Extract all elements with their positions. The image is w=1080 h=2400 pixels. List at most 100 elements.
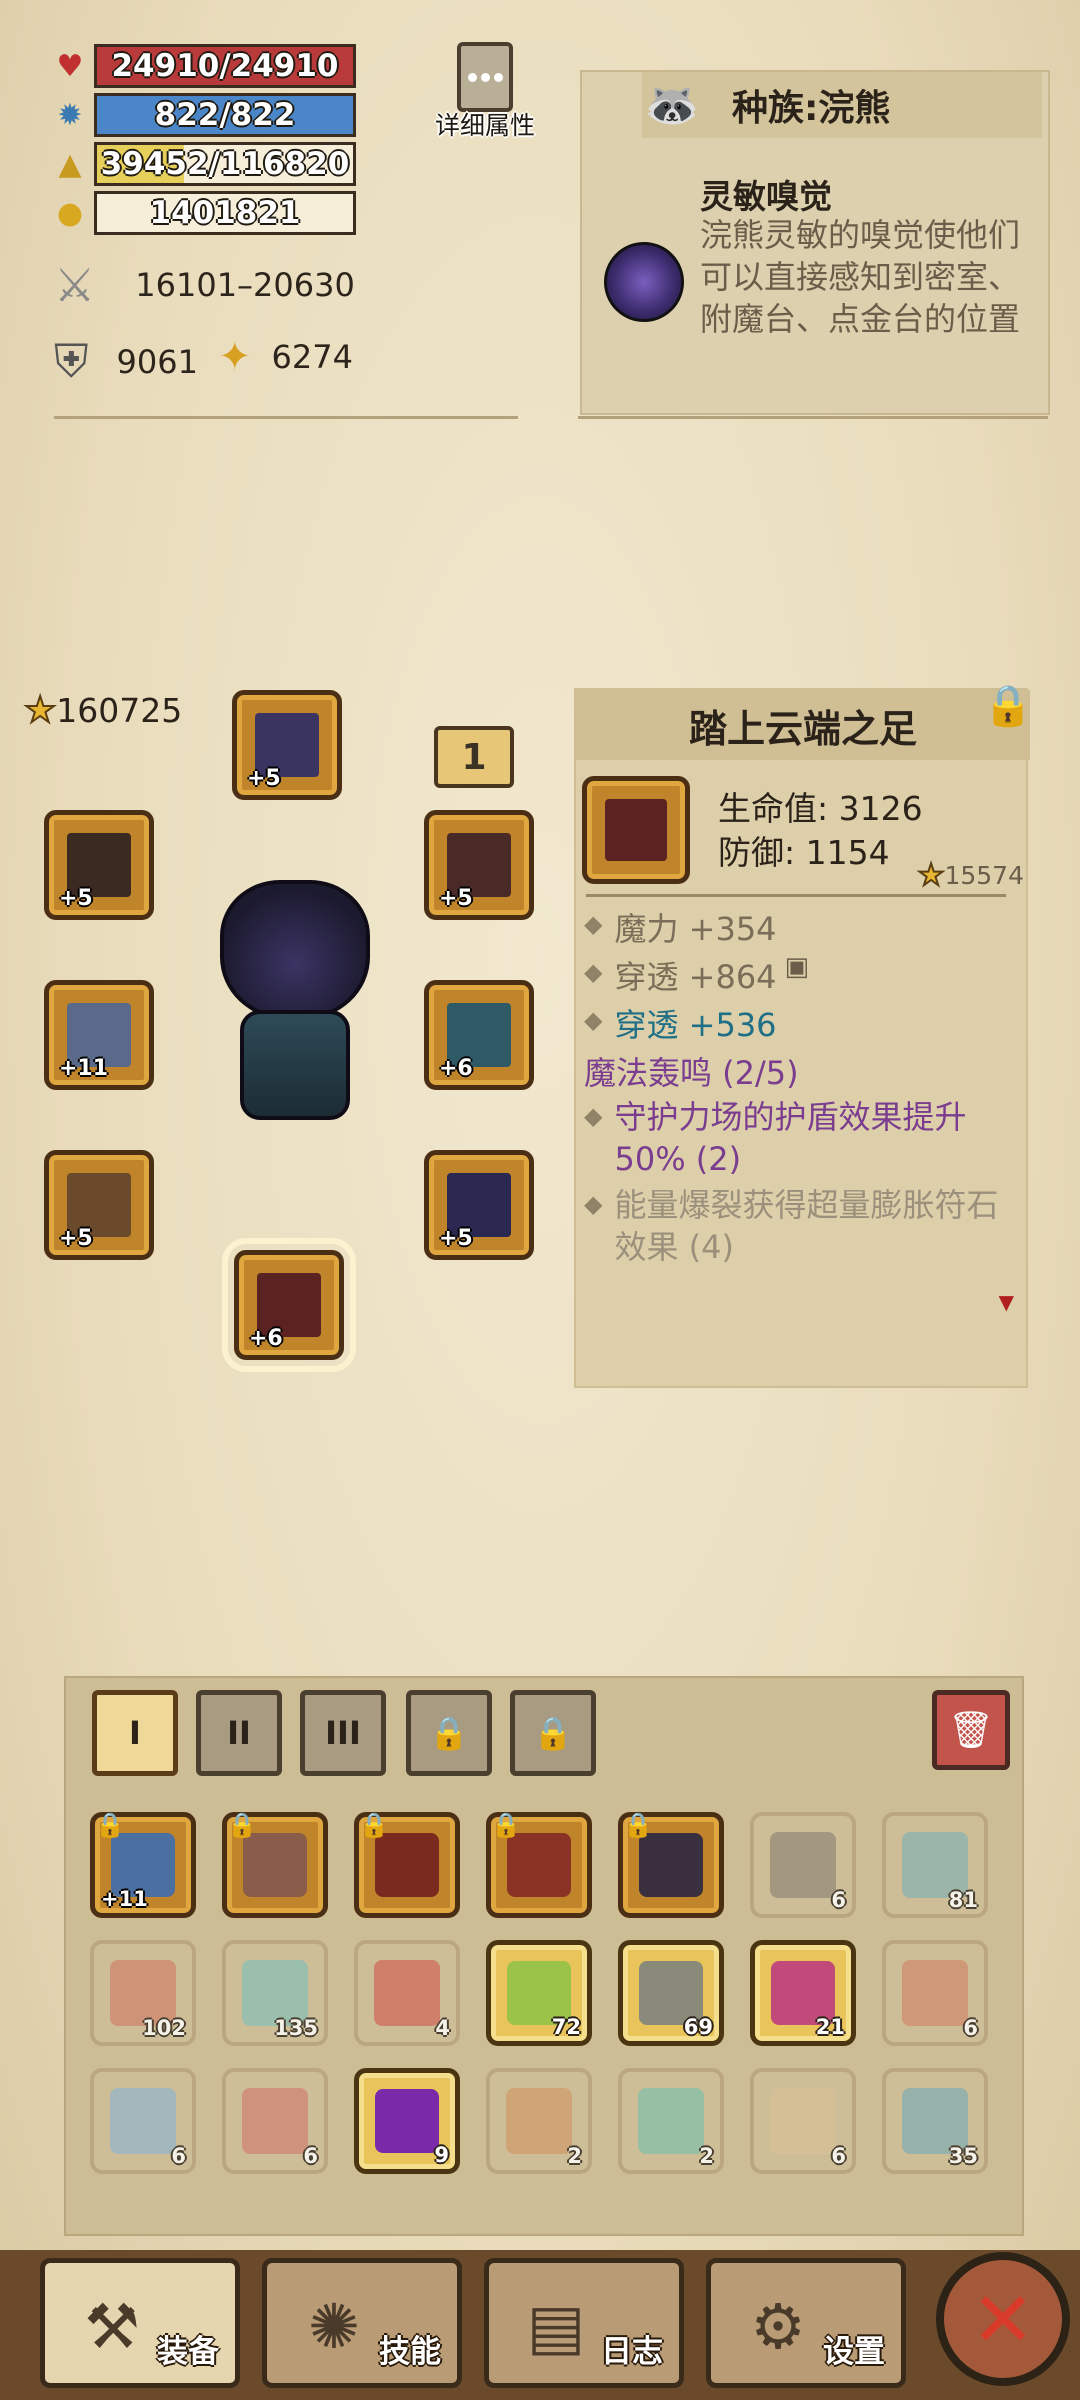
- lock-icon: 🔒: [533, 1714, 573, 1752]
- item-art: [506, 2088, 572, 2154]
- inventory-tab-1[interactable]: I: [92, 1690, 178, 1776]
- equip-slot-boots[interactable]: +6: [222, 1238, 356, 1372]
- nav-skills-button[interactable]: ✺ 技能: [262, 2258, 462, 2388]
- equip-slot-armor[interactable]: +5: [424, 1150, 534, 1260]
- item-art: [770, 2088, 836, 2154]
- item-art: [639, 1833, 703, 1897]
- item-art: [507, 1833, 571, 1897]
- nav-equip-button[interactable]: ⚒ 装备: [40, 2258, 240, 2388]
- crossed-swords-icon: ⚔: [54, 258, 96, 312]
- mp-row: ✹ 822/822: [50, 93, 356, 137]
- xp-bar: 39452/116820: [94, 142, 356, 186]
- divider-left: [54, 416, 518, 419]
- equip-slot-helmet[interactable]: +5: [232, 690, 342, 800]
- equip-slot-gloves[interactable]: +5: [44, 1150, 154, 1260]
- equip-slot-cape[interactable]: +5: [424, 810, 534, 920]
- item-art: [770, 1832, 836, 1898]
- mana-gear-icon: ✹: [57, 97, 83, 133]
- total-score: ★ 160725: [23, 689, 183, 732]
- item-count: 2: [567, 2144, 582, 2168]
- inventory-item[interactable]: 4: [354, 1940, 460, 2046]
- item-art: [242, 2088, 308, 2154]
- inventory-item[interactable]: 🔒: [354, 1811, 460, 1918]
- gold-row: ● 1401821: [50, 191, 356, 235]
- lock-icon: 🔒: [491, 1811, 521, 1839]
- hp-bar: 24910/24910: [94, 44, 356, 88]
- inventory-item[interactable]: 102: [90, 1940, 196, 2046]
- mp-value: 822/822: [154, 97, 296, 133]
- inventory-item[interactable]: 6: [750, 1812, 856, 1918]
- star-icon: ★: [917, 857, 946, 894]
- item-set-bonus: ◆ 能量爆裂获得超量膨胀符石效果 (4): [584, 1186, 999, 1266]
- item-defense: 防御: 1154: [718, 833, 890, 872]
- lock-icon[interactable]: 🔒: [980, 676, 1036, 734]
- inventory-item[interactable]: 🔒: [618, 1811, 724, 1918]
- item-icon: [582, 776, 690, 884]
- inventory-item[interactable]: 🔒: [222, 1811, 328, 1918]
- race-skill-description: 浣熊灵敏的嗅觉使他们可以直接感知到密室、附魔台、点金台的位置: [700, 216, 1021, 338]
- inventory-item[interactable]: 9: [354, 2068, 460, 2174]
- tier-badge[interactable]: 1: [434, 726, 514, 788]
- item-count: 69: [683, 2015, 713, 2039]
- hero-character: [200, 870, 380, 1130]
- inventory-tab-locked-1[interactable]: 🔒: [406, 1690, 492, 1776]
- divider-right: [578, 416, 1048, 419]
- nav-log-button[interactable]: ▤ 日志: [484, 2258, 684, 2388]
- inventory-item[interactable]: 2: [618, 2068, 724, 2174]
- inventory-item[interactable]: 6: [882, 1940, 988, 2046]
- item-count: 81: [948, 1888, 978, 1912]
- item-count: 6: [831, 2144, 846, 2168]
- raccoon-icon: 🦝: [644, 80, 700, 131]
- gold-value: 1401821: [149, 195, 301, 231]
- equip-slot-amulet[interactable]: +5: [44, 810, 154, 920]
- item-count: 135: [274, 2016, 318, 2040]
- item-count: 4: [435, 2016, 450, 2040]
- magic-value: 6274: [271, 338, 353, 376]
- item-count: 72: [551, 2015, 581, 2039]
- inventory-item[interactable]: 69: [618, 1940, 724, 2046]
- inventory-item[interactable]: 🔒 +11: [90, 1811, 196, 1918]
- scroll-icon: ▤: [526, 2289, 586, 2363]
- inventory-item[interactable]: 35: [882, 2068, 988, 2174]
- item-art: [638, 2088, 704, 2154]
- close-button[interactable]: ✕: [936, 2252, 1070, 2386]
- item-detail-panel: 踏上云端之足 🔒 生命值: 3126 防御: 1154 ★ 15574 ◆ 魔力 …: [574, 683, 1033, 1388]
- inventory-item[interactable]: 2: [486, 2068, 592, 2174]
- scroll-down-indicator[interactable]: ▼: [999, 1290, 1014, 1314]
- inventory-item[interactable]: 72: [486, 1940, 592, 2046]
- item-art: [902, 1960, 968, 2026]
- nav-settings-button[interactable]: ⚙ 设置: [706, 2258, 906, 2388]
- item-count: 6: [963, 2016, 978, 2040]
- trash-icon[interactable]: 🗑: [932, 1690, 1010, 1770]
- item-attr: ◆ 穿透 +536: [584, 1006, 777, 1044]
- hp-row: ♥ 24910/24910: [50, 44, 356, 88]
- item-count: 102: [142, 2016, 186, 2040]
- item-count: 9: [434, 2143, 449, 2167]
- xp-row: ▲ 39452/116820: [50, 142, 356, 186]
- item-art: [374, 1960, 440, 2026]
- item-art: [110, 2088, 176, 2154]
- star-icon: ★: [23, 689, 57, 732]
- item-set-bonus: ◆ 守护力场的护盾效果提升50% (2): [584, 1098, 967, 1178]
- skill-orb-icon[interactable]: [604, 242, 684, 322]
- item-count: 35: [948, 2144, 978, 2168]
- inventory-tab-locked-2[interactable]: 🔒: [510, 1690, 596, 1776]
- detail-attributes-button[interactable]: 详细属性: [430, 42, 540, 142]
- inventory-item[interactable]: 6: [750, 2068, 856, 2174]
- inventory-item[interactable]: 6: [90, 2068, 196, 2174]
- axe-icon: ⚒: [84, 2289, 140, 2363]
- item-count: 6: [831, 1888, 846, 1912]
- item-art: [243, 1833, 307, 1897]
- inventory-tab-2[interactable]: II: [196, 1690, 282, 1776]
- inventory-item[interactable]: 81: [882, 1812, 988, 1918]
- inventory-item[interactable]: 6: [222, 2068, 328, 2174]
- equip-slot-shoulder[interactable]: +6: [424, 980, 534, 1090]
- inventory-item[interactable]: 21: [750, 1940, 856, 2046]
- inventory-item[interactable]: 135: [222, 1940, 328, 2046]
- race-title: 种族:浣熊: [732, 88, 891, 129]
- inventory-item[interactable]: 🔒: [486, 1811, 592, 1918]
- equip-slot-weapon[interactable]: +11: [44, 980, 154, 1090]
- total-score-value: 160725: [56, 691, 183, 730]
- inventory-tab-3[interactable]: III: [300, 1690, 386, 1776]
- hp-value: 24910/24910: [111, 48, 339, 84]
